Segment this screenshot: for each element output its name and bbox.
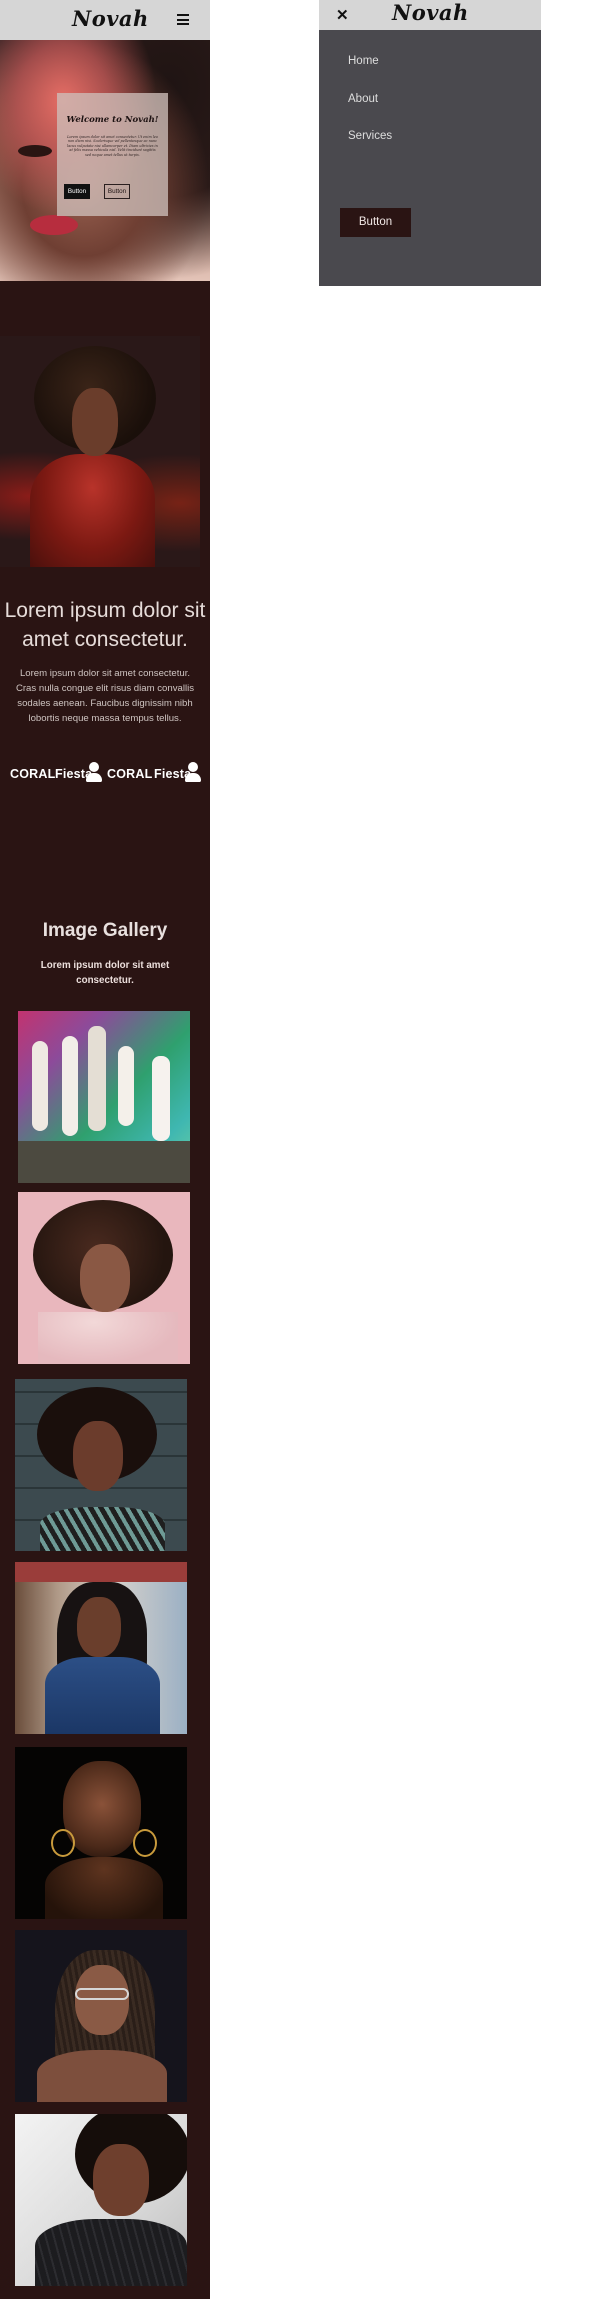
person-icon	[85, 762, 103, 782]
menu-item-services[interactable]: Services	[348, 130, 392, 142]
featured-image-detail	[72, 388, 118, 456]
gallery-image[interactable]	[15, 2114, 187, 2286]
gallery-image[interactable]	[15, 1379, 187, 1551]
hero-secondary-button[interactable]: Button	[104, 184, 130, 199]
featured-image-detail	[30, 454, 155, 567]
gallery-image[interactable]	[15, 1930, 187, 2102]
featured-image	[0, 336, 200, 567]
gallery-image[interactable]	[15, 1562, 187, 1734]
gallery-subtitle: Lorem ipsum dolor sit amet consectetur.	[40, 960, 170, 986]
logo[interactable]: Novah	[392, 0, 469, 25]
brand-logo-strip: CORAL Fiesta CORAL Fiesta	[0, 760, 210, 788]
hero-title: Welcome to Novah!	[66, 115, 159, 125]
mobile-page: Novah Welcome to Novah! Lorem ipsum dolo…	[0, 0, 210, 2299]
hero-image-detail	[30, 215, 78, 235]
close-icon[interactable]: ✕	[336, 6, 349, 24]
menu-item-home[interactable]: Home	[348, 55, 379, 67]
gallery-title: Image Gallery	[42, 920, 168, 941]
logo[interactable]: Novah	[72, 6, 149, 31]
person-icon	[184, 762, 202, 782]
hero-card: Welcome to Novah! Lorem ipsum dolor sit …	[57, 93, 168, 216]
gallery-image[interactable]	[15, 1747, 187, 1919]
intro-headline: Lorem ipsum dolor sit amet consectetur.	[4, 599, 206, 651]
menu-header: ✕ Novah	[319, 0, 541, 30]
menu-item-about[interactable]: About	[348, 93, 378, 105]
brand-logo-coral: CORAL	[10, 767, 56, 781]
hero-primary-button[interactable]: Button	[64, 184, 90, 199]
menu-cta-button[interactable]: Button	[340, 208, 411, 237]
gallery-image[interactable]	[18, 1192, 190, 1364]
gallery-image[interactable]	[18, 1011, 190, 1183]
hamburger-icon[interactable]	[177, 14, 189, 25]
intro-text: Lorem ipsum dolor sit amet consectetur. …	[15, 668, 195, 724]
hero-section: Welcome to Novah! Lorem ipsum dolor sit …	[0, 40, 210, 281]
top-navbar: Novah	[0, 0, 210, 40]
brand-logo-coral: CORAL	[107, 767, 153, 781]
hero-image-detail	[18, 145, 52, 157]
mobile-menu-panel: ✕ Novah Home About Services Button	[319, 0, 541, 286]
hero-body-text: Lorem ipsum dolor sit amet consectetur. …	[67, 135, 158, 157]
